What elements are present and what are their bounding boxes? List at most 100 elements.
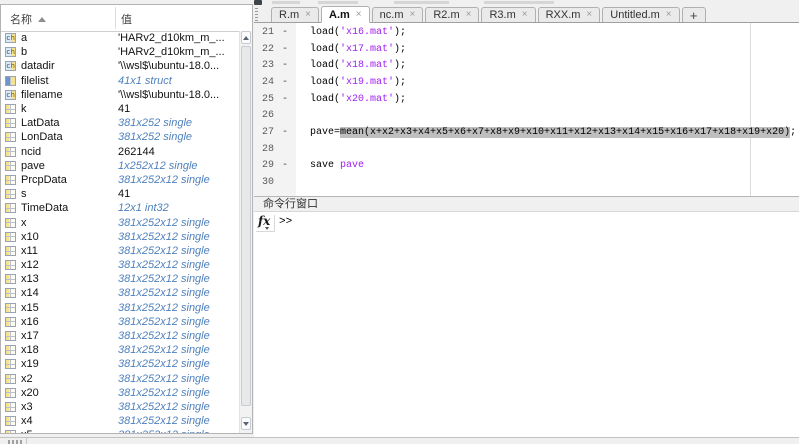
- chevron-down-icon: [243, 422, 249, 426]
- workspace-row-x17[interactable]: x17381x252x12 single: [1, 329, 239, 343]
- toolbar-fragment: [484, 1, 554, 4]
- workspace-row-x3[interactable]: x3381x252x12 single: [1, 400, 239, 414]
- workspace-row-x20[interactable]: x20381x252x12 single: [1, 386, 239, 400]
- fx-icon: fx: [258, 214, 270, 228]
- code-editor[interactable]: 21-load('x16.mat');22-load('x17.mat');23…: [254, 23, 799, 196]
- workspace-row-x5[interactable]: x5381x252x12 single: [1, 428, 239, 433]
- variable-name: a: [21, 32, 118, 44]
- code-text: load('x19.mat');: [310, 75, 406, 92]
- code-line-30[interactable]: 30: [254, 175, 799, 192]
- close-tab-icon[interactable]: ×: [522, 10, 528, 20]
- code-line-26[interactable]: 26: [254, 108, 799, 125]
- tab-nc.m[interactable]: nc.m×: [372, 7, 424, 22]
- code-line-25[interactable]: 25-load('x20.mat');: [254, 92, 799, 109]
- matrix-variable-icon: [5, 345, 16, 355]
- tab-Untitled.m[interactable]: Untitled.m×: [602, 7, 679, 22]
- workspace-scrollbar[interactable]: [239, 31, 252, 433]
- variable-value: 12x1 int32: [118, 202, 169, 214]
- workspace-row-b[interactable]: chb'HARv2_d10km_m_...: [1, 45, 239, 59]
- tab-RXX.m[interactable]: RXX.m×: [538, 7, 601, 22]
- tab-R3.m[interactable]: R3.m ×: [481, 7, 535, 22]
- column-divider[interactable]: [115, 7, 116, 29]
- tabbar-grip-icon[interactable]: [255, 8, 258, 21]
- command-window-header[interactable]: 命令行窗口: [254, 196, 799, 212]
- workspace-row-x12[interactable]: x12381x252x12 single: [1, 258, 239, 272]
- matrix-variable-icon: [5, 359, 16, 369]
- scroll-up-button[interactable]: [241, 31, 251, 44]
- new-tab-button[interactable]: +: [682, 7, 706, 22]
- column-header-name-label: 名称: [10, 11, 32, 27]
- matrix-variable-icon: [5, 175, 16, 185]
- tab-R.m[interactable]: R.m×: [271, 7, 319, 22]
- close-tab-icon[interactable]: ×: [466, 10, 472, 20]
- variable-value: '\\wsl$\ubuntu-18.0...: [118, 60, 219, 72]
- workspace-row-filelist[interactable]: filelist41x1 struct: [1, 74, 239, 88]
- variable-name: x12: [21, 259, 118, 271]
- code-line-29[interactable]: 29-save pave: [254, 158, 799, 175]
- workspace-row-PrcpData[interactable]: PrcpData381x252x12 single: [1, 173, 239, 187]
- command-prompt[interactable]: >>: [279, 216, 292, 228]
- variable-name: x18: [21, 344, 118, 356]
- workspace-row-k[interactable]: k41: [1, 102, 239, 116]
- matlab-window: 名称 值 cha'HARv2_d10km_m_...chb'HARv2_d10k…: [0, 0, 799, 444]
- workspace-row-x18[interactable]: x18381x252x12 single: [1, 343, 239, 357]
- variable-name: x: [21, 217, 118, 229]
- variable-value: 381x252x12 single: [118, 217, 210, 229]
- column-header-value[interactable]: 值: [121, 11, 132, 27]
- variable-name: x3: [21, 401, 118, 413]
- workspace-row-ncid[interactable]: ncid262144: [1, 145, 239, 159]
- close-tab-icon[interactable]: ×: [356, 10, 362, 20]
- line-marker: -: [279, 58, 291, 75]
- workspace-row-datadir[interactable]: chdatadir'\\wsl$\ubuntu-18.0...: [1, 59, 239, 73]
- variable-name: ncid: [21, 146, 118, 158]
- close-tab-icon[interactable]: ×: [409, 10, 415, 20]
- code-line-24[interactable]: 24-load('x19.mat');: [254, 75, 799, 92]
- column-header-name[interactable]: 名称: [10, 11, 46, 27]
- workspace-row-x2[interactable]: x2381x252x12 single: [1, 372, 239, 386]
- code-line-27[interactable]: 27-pave=mean(x+x2+x3+x4+x5+x6+x7+x8+x9+x…: [254, 125, 799, 142]
- workspace-row-x[interactable]: x381x252x12 single: [1, 215, 239, 229]
- scrollbar-thumb[interactable]: [241, 46, 251, 406]
- variable-name: x15: [21, 302, 118, 314]
- close-tab-icon[interactable]: ×: [586, 10, 592, 20]
- scroll-down-button[interactable]: [241, 417, 251, 430]
- workspace-row-x14[interactable]: x14381x252x12 single: [1, 286, 239, 300]
- variable-name: x2: [21, 373, 118, 385]
- code-text: load('x20.mat');: [310, 92, 406, 109]
- workspace-row-LatData[interactable]: LatData381x252 single: [1, 116, 239, 130]
- matrix-variable-icon: [5, 218, 16, 228]
- editor-panel: R.m×A.m×nc.m×R2.m×R3.m×RXX.m×Untitled.m×…: [254, 0, 799, 437]
- workspace-row-x4[interactable]: x4381x252x12 single: [1, 414, 239, 428]
- workspace-row-pave[interactable]: pave1x252x12 single: [1, 159, 239, 173]
- fx-button[interactable]: fx: [256, 215, 275, 232]
- workspace-row-a[interactable]: cha'HARv2_d10km_m_...: [1, 31, 239, 45]
- line-number: 30: [254, 175, 274, 192]
- variable-name: x17: [21, 330, 118, 342]
- variable-name: filelist: [21, 75, 118, 87]
- workspace-row-x13[interactable]: x13381x252x12 single: [1, 272, 239, 286]
- code-line-22[interactable]: 22-load('x17.mat');: [254, 42, 799, 59]
- matrix-variable-icon: [5, 232, 16, 242]
- workspace-row-LonData[interactable]: LonData381x252 single: [1, 130, 239, 144]
- workspace-row-x16[interactable]: x16381x252x12 single: [1, 315, 239, 329]
- workspace-row-TimeData[interactable]: TimeData12x1 int32: [1, 201, 239, 215]
- variable-value: 'HARv2_d10km_m_...: [118, 32, 225, 44]
- code-line-28[interactable]: 28: [254, 142, 799, 159]
- workspace-row-x19[interactable]: x19381x252x12 single: [1, 357, 239, 371]
- command-window[interactable]: fx >>: [254, 212, 799, 437]
- code-line-21[interactable]: 21-load('x16.mat');: [254, 25, 799, 42]
- workspace-row-s[interactable]: s41: [1, 187, 239, 201]
- workspace-row-filename[interactable]: chfilename'\\wsl$\ubuntu-18.0...: [1, 88, 239, 102]
- workspace-row-x11[interactable]: x11381x252x12 single: [1, 244, 239, 258]
- matrix-variable-icon: [5, 189, 16, 199]
- matrix-variable-icon: [5, 288, 16, 298]
- close-tab-icon[interactable]: ×: [305, 10, 311, 20]
- close-tab-icon[interactable]: ×: [666, 10, 672, 20]
- workspace-row-x15[interactable]: x15381x252x12 single: [1, 301, 239, 315]
- tab-label: R3.m: [489, 9, 515, 21]
- workspace-row-x10[interactable]: x10381x252x12 single: [1, 230, 239, 244]
- tab-A.m[interactable]: A.m×: [321, 6, 370, 23]
- tab-R2.m[interactable]: R2.m×: [425, 7, 479, 22]
- variable-name: x13: [21, 273, 118, 285]
- code-line-23[interactable]: 23-load('x18.mat');: [254, 58, 799, 75]
